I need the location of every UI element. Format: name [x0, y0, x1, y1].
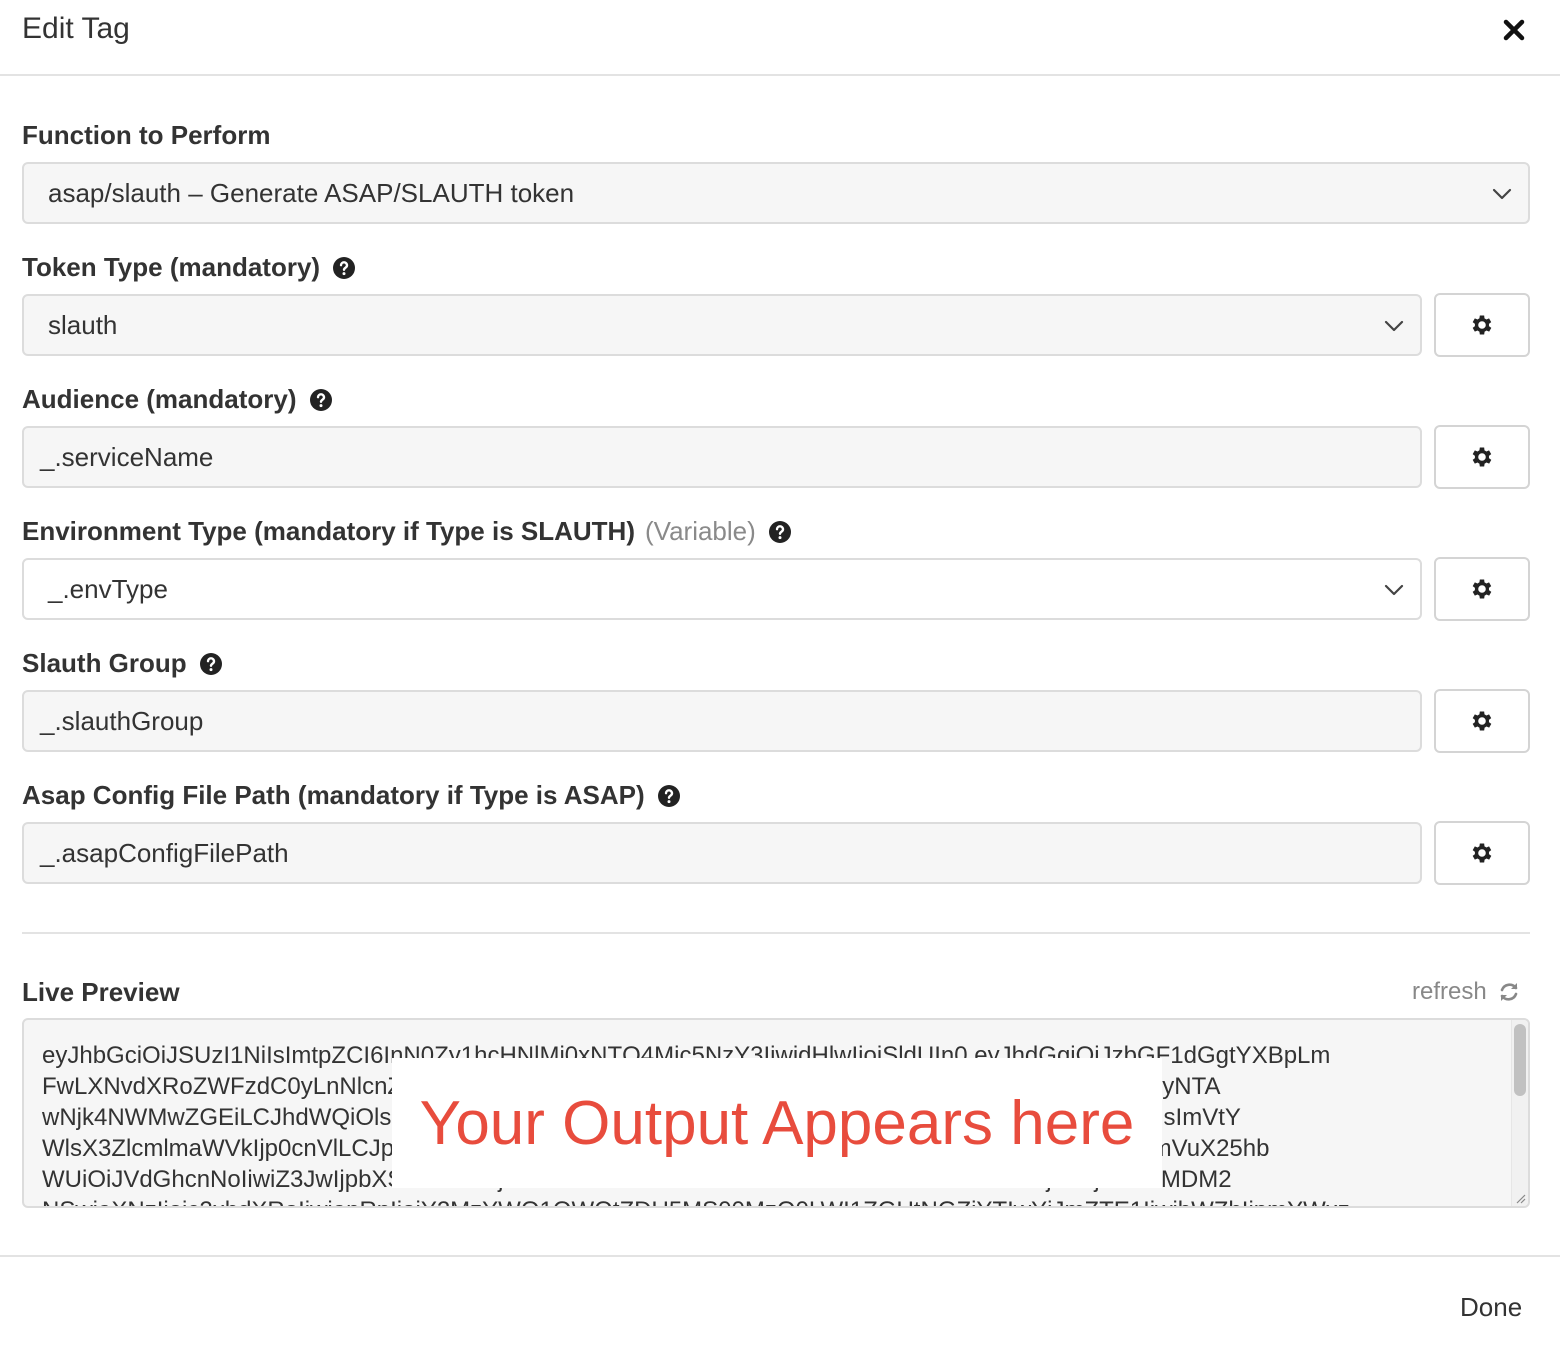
close-button[interactable] [1496, 12, 1532, 48]
scrollbar-thumb[interactable] [1514, 1024, 1526, 1096]
gear-icon [1469, 312, 1495, 338]
audience-label: Audience (mandatory) [22, 384, 333, 415]
refresh-icon [1497, 980, 1521, 1004]
resize-grip-icon[interactable] [1514, 1192, 1526, 1204]
gear-icon [1469, 708, 1495, 734]
chevron-down-icon [1382, 314, 1406, 338]
variable-note: (Variable) [645, 516, 756, 546]
gear-icon [1469, 576, 1495, 602]
chevron-down-icon [1490, 182, 1514, 206]
question-circle-icon[interactable] [309, 388, 333, 412]
live-preview-label: Live Preview [22, 977, 180, 1007]
question-circle-icon[interactable] [199, 652, 223, 676]
asap-config-settings-button[interactable] [1434, 821, 1530, 885]
asap-config-input[interactable]: _.asapConfigFilePath [22, 822, 1422, 884]
question-circle-icon[interactable] [657, 784, 681, 808]
slauth-group-label: Slauth Group [22, 648, 223, 679]
token-type-select[interactable]: slauth [22, 294, 1422, 356]
token-type-label: Token Type (mandatory) [22, 252, 356, 283]
refresh-button[interactable]: refresh [1412, 978, 1521, 1006]
slauth-group-settings-button[interactable] [1434, 689, 1530, 753]
slauth-group-input[interactable]: _.slauthGroup [22, 690, 1422, 752]
question-circle-icon[interactable] [332, 256, 356, 280]
question-circle-icon[interactable] [768, 520, 792, 544]
chevron-down-icon [1382, 578, 1406, 602]
function-label: Function to Perform [22, 120, 271, 150]
environment-type-settings-button[interactable] [1434, 557, 1530, 621]
gear-icon [1469, 840, 1495, 866]
token-type-settings-button[interactable] [1434, 293, 1530, 357]
asap-config-label: Asap Config File Path (mandatory if Type… [22, 780, 681, 811]
environment-type-label: Environment Type (mandatory if Type is S… [22, 516, 792, 547]
dialog-title: Edit Tag [22, 12, 130, 45]
dialog-header: Edit Tag [0, 0, 1560, 76]
done-button[interactable]: Done [1460, 1292, 1522, 1323]
audience-settings-button[interactable] [1434, 425, 1530, 489]
environment-type-select[interactable]: _.envType [22, 558, 1422, 620]
section-divider [22, 932, 1530, 934]
gear-icon [1469, 444, 1495, 470]
footer-divider [0, 1255, 1560, 1257]
output-overlay: Your Output Appears here [392, 1058, 1162, 1188]
preview-scrollbar[interactable] [1511, 1020, 1528, 1206]
audience-input[interactable]: _.serviceName [22, 426, 1422, 488]
close-icon [1503, 19, 1525, 41]
function-select[interactable]: asap/slauth – Generate ASAP/SLAUTH token [22, 162, 1530, 224]
